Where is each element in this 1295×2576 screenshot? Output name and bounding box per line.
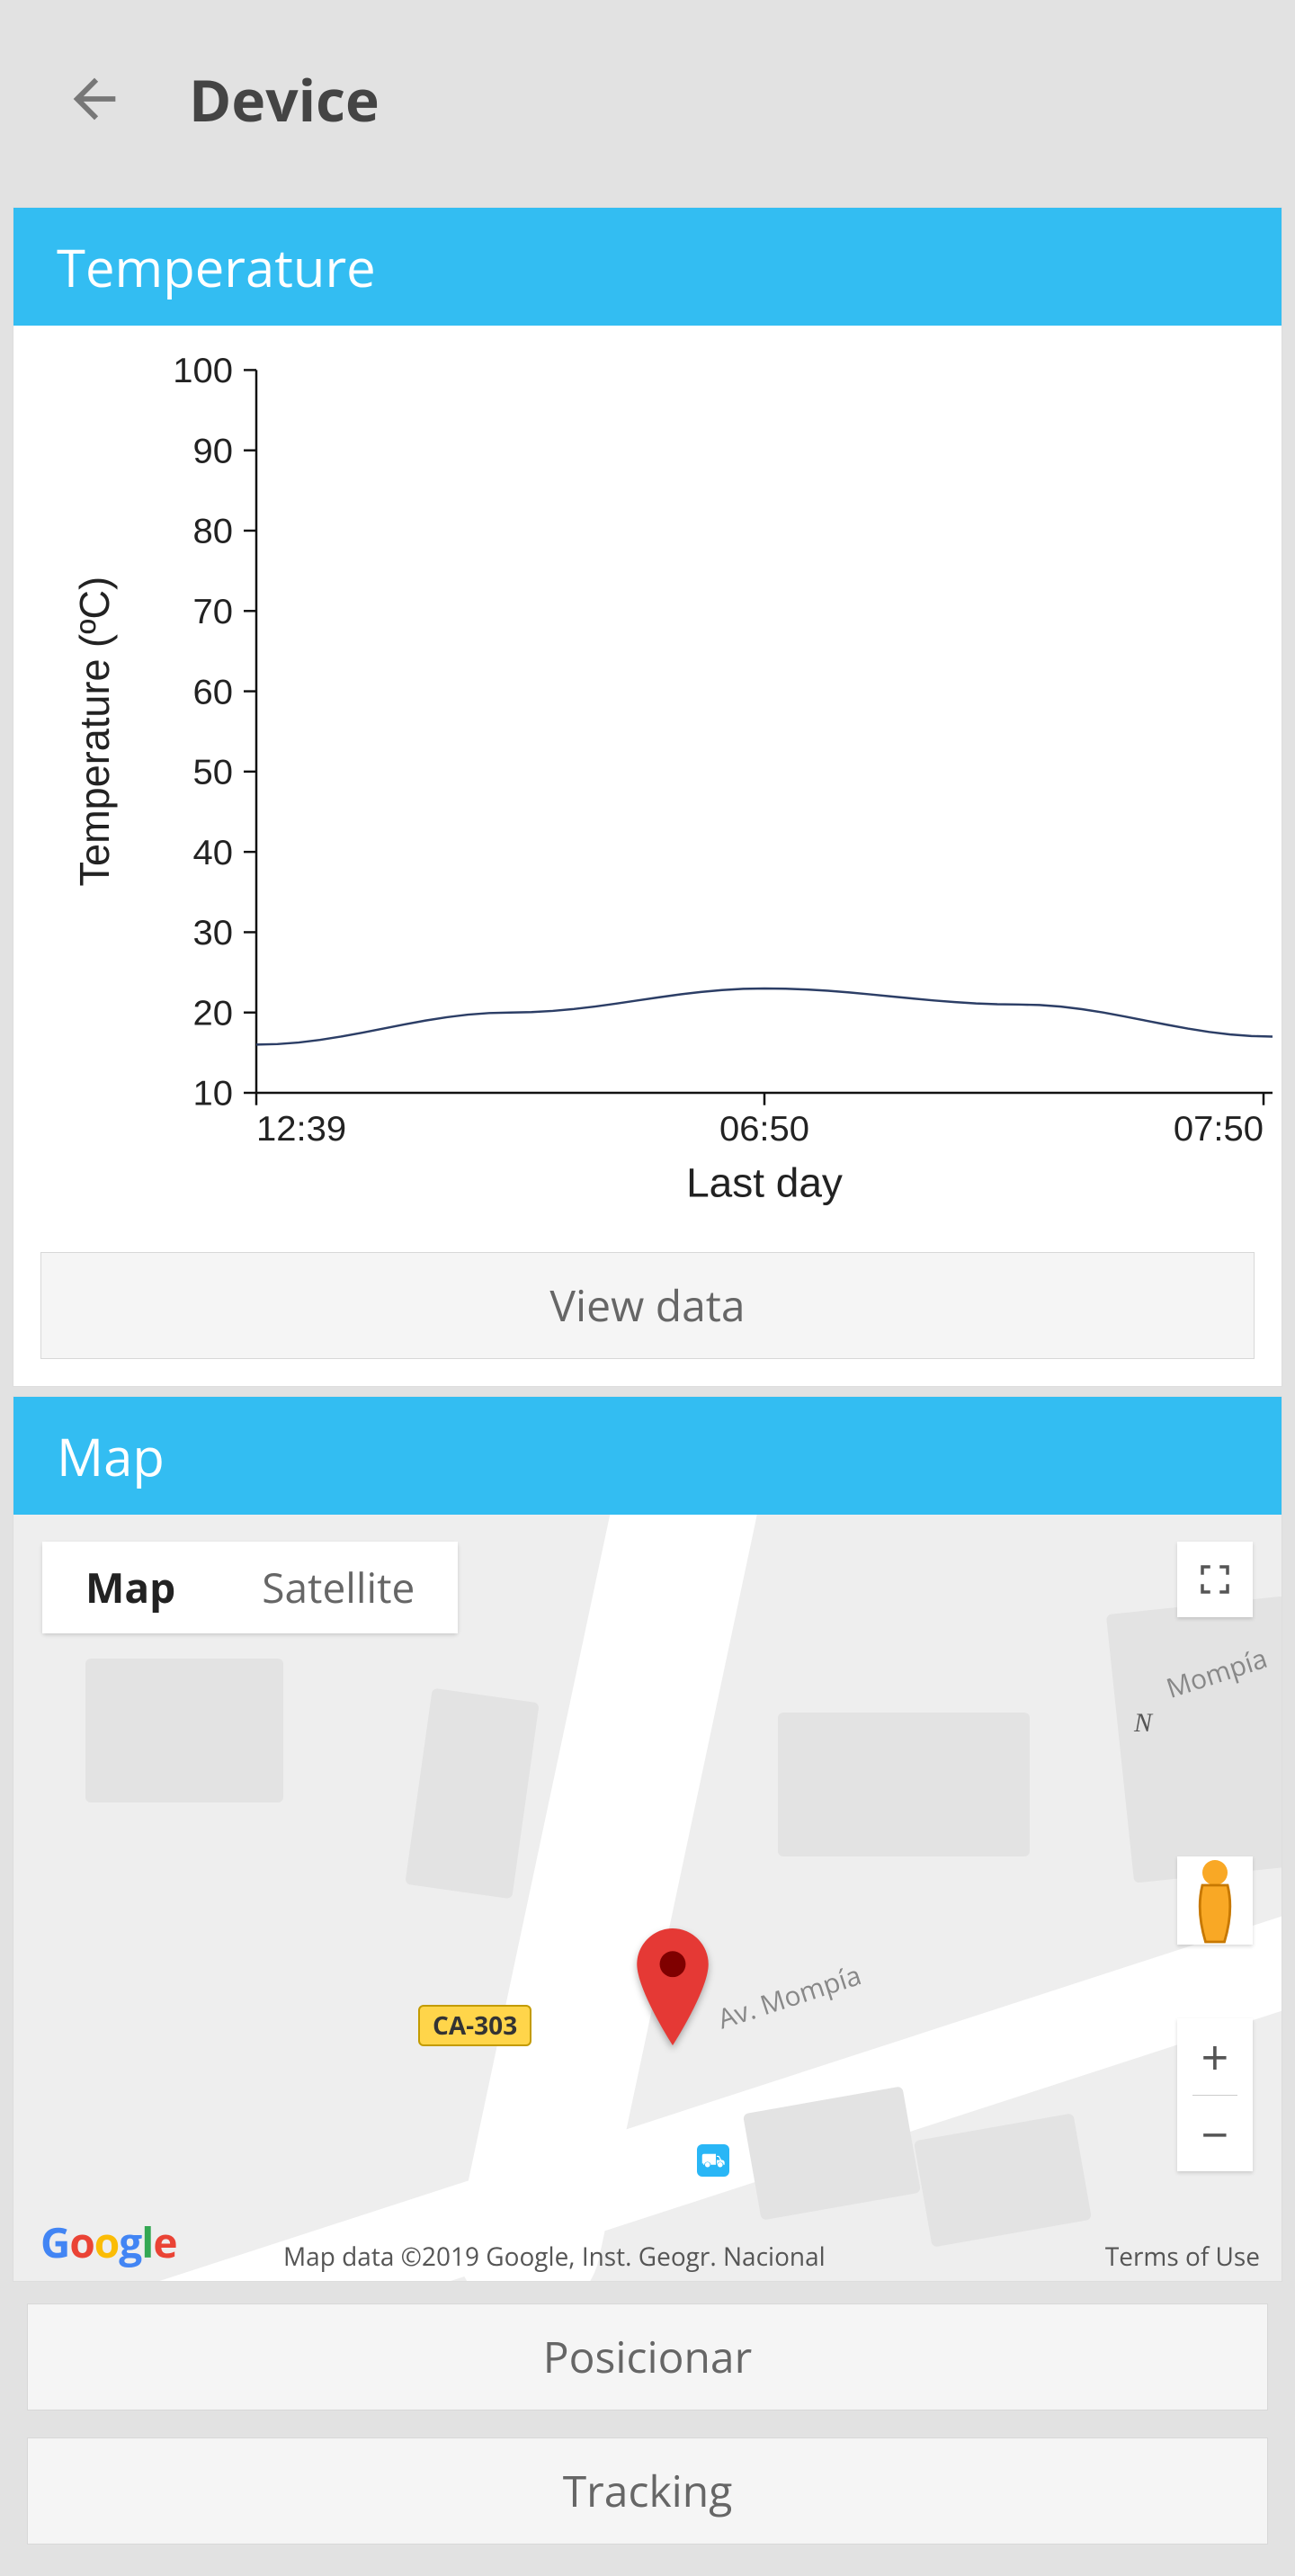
map-card-header: Map <box>13 1397 1282 1515</box>
streetview-pegman[interactable] <box>1177 1856 1253 1945</box>
map-tab-map[interactable]: Map <box>42 1542 219 1633</box>
posicionar-button[interactable]: Posicionar <box>27 2303 1268 2411</box>
google-logo: Google <box>40 2214 177 2270</box>
svg-text:06:50: 06:50 <box>719 1109 809 1149</box>
road-badge: CA-303 <box>418 2005 531 2046</box>
svg-text:100: 100 <box>173 351 233 390</box>
svg-text:90: 90 <box>193 432 233 471</box>
svg-text:Last day: Last day <box>686 1160 843 1205</box>
zoom-out-button[interactable]: − <box>1177 2096 1253 2172</box>
back-button[interactable] <box>63 67 126 130</box>
svg-text:30: 30 <box>193 913 233 953</box>
poi-label: N <box>1134 1708 1152 1739</box>
svg-text:07:50: 07:50 <box>1174 1109 1264 1149</box>
svg-text:12:39: 12:39 <box>256 1109 346 1149</box>
plus-icon: + <box>1201 2023 1229 2089</box>
map-tab-satellite[interactable]: Satellite <box>219 1542 458 1633</box>
fullscreen-icon <box>1196 1561 1234 1598</box>
svg-text:Temperature (ºC): Temperature (ºC) <box>72 577 119 887</box>
temperature-chart: 10 20 30 40 50 60 70 80 90 100 12:39 06:50 07:50 Last… <box>13 326 1282 1252</box>
terms-link[interactable]: Terms of Use <box>1105 2240 1260 2274</box>
tracking-button[interactable]: Tracking <box>27 2437 1268 2545</box>
map-canvas[interactable]: Map Satellite + − <box>13 1515 1282 2281</box>
temperature-card-header: Temperature <box>13 208 1282 326</box>
map-pin-icon <box>632 1928 713 2045</box>
svg-text:40: 40 <box>193 833 233 872</box>
map-building <box>1106 1596 1282 1883</box>
map-building <box>778 1713 1030 1856</box>
svg-text:60: 60 <box>193 673 233 712</box>
svg-text:20: 20 <box>193 994 233 1033</box>
map-building <box>914 2113 1092 2247</box>
page-title: Device <box>189 60 380 139</box>
zoom-control: + − <box>1177 2018 1253 2171</box>
map-type-tabs: Map Satellite <box>42 1542 458 1633</box>
bus-stop-icon: ⛟ <box>697 2144 729 2177</box>
svg-text:70: 70 <box>193 592 233 631</box>
view-data-button[interactable]: View data <box>40 1252 1255 1359</box>
map-marker[interactable] <box>632 1928 713 2050</box>
minus-icon: − <box>1201 2100 1229 2167</box>
svg-text:50: 50 <box>193 753 233 792</box>
arrow-left-icon <box>63 67 126 130</box>
fullscreen-button[interactable] <box>1177 1542 1253 1617</box>
pegman-icon <box>1177 1854 1253 1948</box>
app-header: Device <box>0 0 1295 198</box>
map-building <box>85 1659 283 1802</box>
map-building <box>405 1688 539 1900</box>
temperature-card: Temperature 10 20 30 40 50 60 70 80 90 100 12:39 06… <box>13 207 1282 1387</box>
svg-text:10: 10 <box>193 1074 233 1114</box>
map-card: Map Map Satellite + <box>13 1396 1282 2282</box>
svg-text:80: 80 <box>193 512 233 551</box>
street-label: Av. Mompía <box>713 1956 866 2037</box>
zoom-in-button[interactable]: + <box>1177 2018 1253 2095</box>
map-attribution: Map data ©2019 Google, Inst. Geogr. Naci… <box>283 2240 826 2274</box>
